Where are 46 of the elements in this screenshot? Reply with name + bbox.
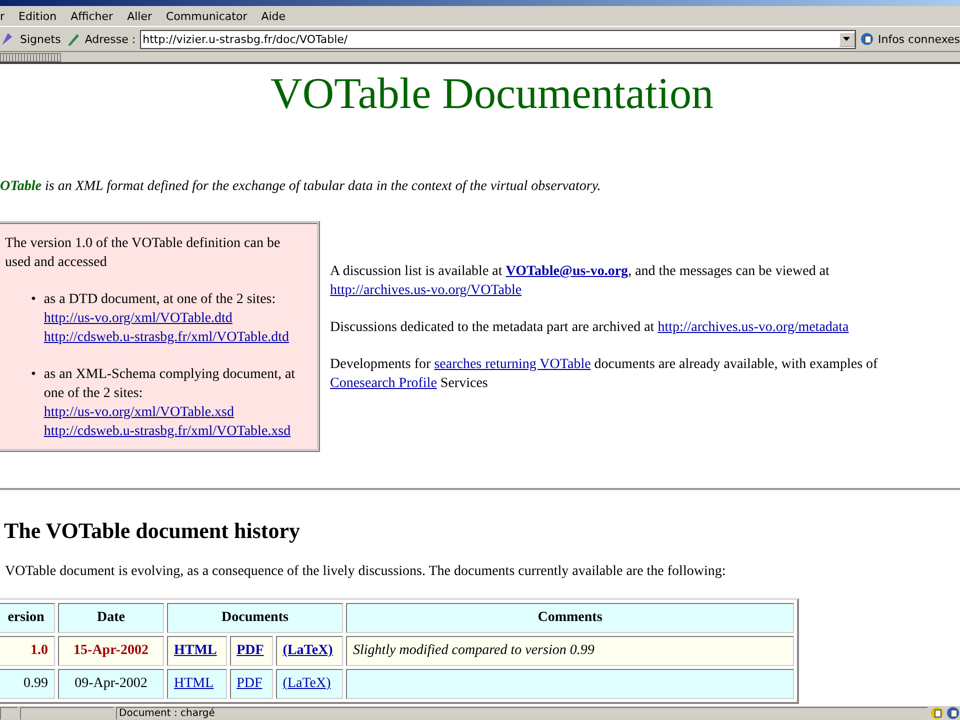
- paragraph: A discussion list is available at VOTable@us-vo.org, and the messages can be viewed at http://archives.us-vo.org/VOTable: [330, 263, 830, 300]
- status-text: Document : chargé: [116, 706, 928, 720]
- menu-item[interactable]: Aide: [261, 10, 286, 22]
- column-header: ersion: [0, 603, 55, 633]
- bullet: •: [31, 366, 36, 384]
- globe-icon: [860, 32, 874, 46]
- page-title: VOTable Documentation: [270, 68, 714, 119]
- bullet: •: [31, 291, 36, 309]
- list-text: as an XML-Schema complying document, at one of the 2 sites:: [44, 366, 296, 403]
- panel-text: The version 1.0 of the VOTable definition can be used and accessed: [5, 235, 282, 272]
- text-link[interactable]: http://archives.us-vo.org/metadata: [658, 320, 849, 335]
- version-cell: 1.0: [0, 636, 55, 666]
- date-cell: 09-Apr-2002: [58, 669, 164, 699]
- status-icon-pane: [0, 706, 18, 720]
- bookmarks-button[interactable]: Signets: [20, 32, 61, 46]
- address-field[interactable]: http://vizier.u-strasbg.fr/doc/VOTable/: [140, 30, 856, 48]
- email-link[interactable]: VOTable@us-vo.org: [506, 264, 628, 279]
- caret-icon: [843, 37, 850, 41]
- text-link[interactable]: Conesearch Profile: [330, 376, 437, 391]
- menu-item[interactable]: Afficher: [70, 10, 114, 22]
- paragraph: Discussions dedicated to the metadata part are archived at http://archives.us-vo.org/metadata: [330, 319, 850, 337]
- date-cell: 15-Apr-2002: [58, 636, 164, 666]
- address-label: Adresse :: [84, 32, 136, 46]
- related-button[interactable]: Infos connexes: [878, 32, 960, 46]
- url-link[interactable]: http://us-vo.org/xml/VOTable.xsd: [44, 403, 234, 422]
- column-header: Documents: [167, 603, 343, 633]
- section-text: VOTable document is evolving, as a consequence of the lively discussions. The documents currently available are the following:: [5, 564, 727, 580]
- menu-item[interactable]: r: [0, 10, 5, 22]
- menu-item[interactable]: Aller: [127, 10, 152, 22]
- text-link[interactable]: searches returning VOTable: [434, 357, 591, 372]
- toolbar-grip[interactable]: [0, 52, 61, 62]
- menu-item[interactable]: Edition: [18, 10, 57, 22]
- text-link[interactable]: http://archives.us-vo.org/VOTable: [330, 283, 522, 298]
- menu-item[interactable]: Communicator: [166, 10, 248, 22]
- url-link[interactable]: http://us-vo.org/xml/VOTable.dtd: [44, 309, 232, 328]
- column-header: Date: [58, 603, 164, 633]
- dropdown-button[interactable]: [838, 32, 855, 46]
- url-link[interactable]: http://cdsweb.u-strasbg.fr/xml/VOTable.dtd: [44, 328, 290, 347]
- version-cell: 0.99: [0, 669, 55, 699]
- list-text: as a DTD document, at one of the 2 sites:: [44, 291, 277, 309]
- column-header: Comments: [346, 603, 794, 633]
- url-link[interactable]: http://cdsweb.u-strasbg.fr/xml/VOTable.xsd: [44, 422, 291, 441]
- paragraph: Developments for searches returning VOTable documents are already available, with examples of Conesearch Profile Services: [330, 356, 879, 393]
- comment-cell: Slightly modified compared to version 0.99: [346, 636, 794, 666]
- section-heading: The VOTable document history: [4, 518, 301, 544]
- intro-text: OTable is an XML format defined for the exchange of tabular data in the context of the virtual observatory.: [0, 179, 602, 195]
